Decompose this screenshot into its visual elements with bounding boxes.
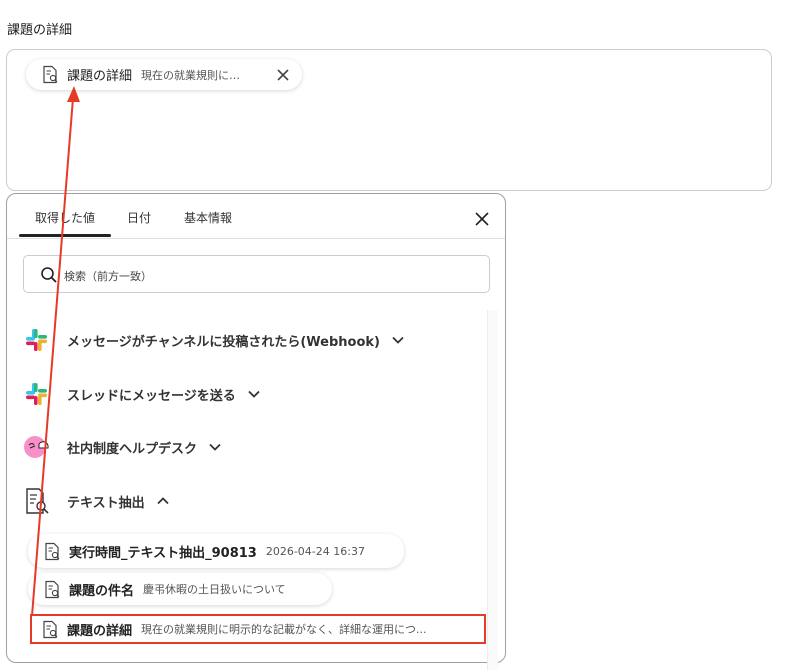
helpdesk-icon xyxy=(24,436,49,458)
document-search-icon xyxy=(45,580,60,598)
item-value: 慶弔休暇の土日扱いについて xyxy=(143,583,286,596)
close-panel-icon[interactable] xyxy=(474,211,490,227)
item-value: 2026-04-24 16:37 xyxy=(265,544,365,558)
inserted-variable-chip[interactable]: 課題の詳細 現在の就業規則に… xyxy=(26,59,302,90)
document-search-icon xyxy=(45,542,60,560)
chevron-down-icon[interactable] xyxy=(248,390,260,398)
slack-icon xyxy=(26,383,47,405)
document-search-icon xyxy=(26,488,49,514)
group-helpdesk[interactable]: 社内制度ヘルプデスク xyxy=(23,432,221,462)
scrollbar[interactable] xyxy=(487,310,498,670)
group-title: メッセージがチャンネルに投稿されたら(Webhook) xyxy=(67,334,380,350)
group-thread-message[interactable]: スレッドにメッセージを送る xyxy=(23,379,260,409)
field-label: 課題の詳細 xyxy=(7,23,73,38)
document-search-icon xyxy=(43,65,58,84)
value-item-subject[interactable]: 課題の件名 慶弔休暇の土日扱いについて xyxy=(28,573,332,605)
slack-icon xyxy=(26,329,47,351)
chip-value: 現在の就業規則に… xyxy=(141,68,241,82)
chevron-up-icon[interactable] xyxy=(156,497,169,505)
remove-chip-icon[interactable] xyxy=(276,68,290,82)
tab-bar: 取得した値 日付 基本情報 xyxy=(7,194,505,239)
group-title: スレッドにメッセージを送る xyxy=(67,388,236,404)
group-title: テキスト抽出 xyxy=(67,495,145,511)
group-webhook-trigger[interactable]: メッセージがチャンネルに投稿されたら(Webhook) xyxy=(23,325,404,355)
tab-acquired-values[interactable]: 取得した値 xyxy=(35,209,95,226)
tab-basic-info[interactable]: 基本情報 xyxy=(184,209,232,226)
chevron-down-icon[interactable] xyxy=(392,336,404,344)
item-title: 課題の件名 xyxy=(69,583,135,599)
group-title: 社内制度ヘルプデスク xyxy=(67,441,198,457)
search-input[interactable] xyxy=(62,265,466,287)
search-box xyxy=(23,255,490,293)
tab-date[interactable]: 日付 xyxy=(127,209,151,226)
chip-title: 課題の詳細 xyxy=(67,69,133,84)
group-text-extraction[interactable]: テキスト抽出 xyxy=(23,486,169,516)
active-tab-indicator xyxy=(19,234,111,237)
highlight-box xyxy=(30,614,486,644)
chevron-down-icon[interactable] xyxy=(209,443,221,451)
item-title: 実行時間_テキスト抽出_90813 xyxy=(69,545,257,561)
search-icon xyxy=(41,267,57,283)
value-item-execution-time[interactable]: 実行時間_テキスト抽出_90813 2026-04-24 16:37 xyxy=(28,534,404,568)
